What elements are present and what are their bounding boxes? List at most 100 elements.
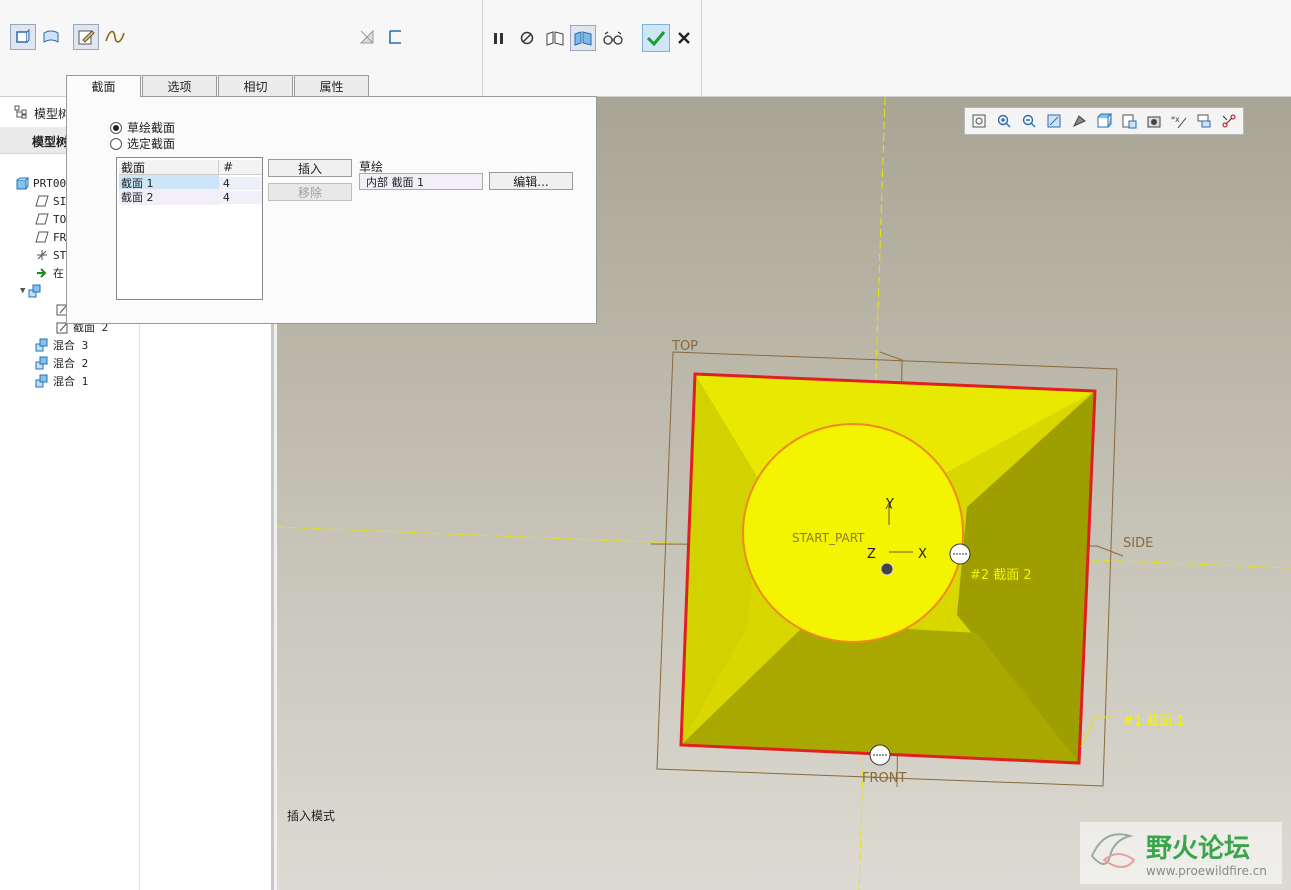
tree-item-blend-3[interactable]: 混合 3 (34, 336, 88, 354)
section-1-label: #1 截面 1 (1123, 714, 1185, 729)
no-preview-icon[interactable] (514, 25, 540, 51)
model-tree-icon (14, 105, 28, 122)
solid-icon[interactable] (10, 24, 36, 50)
axis-label-x: X (918, 547, 927, 562)
zoom-out-icon[interactable] (1019, 111, 1039, 131)
verify-icon[interactable] (600, 25, 626, 51)
tree-item-blend-2[interactable]: 混合 2 (34, 354, 88, 372)
thicken-icon[interactable] (382, 24, 408, 50)
annotation-icon[interactable] (1194, 111, 1214, 131)
section-row[interactable]: 截面 1 4 (119, 175, 262, 191)
section-row-count: 4 (218, 190, 262, 204)
radio-indicator (110, 121, 122, 134)
blend-icon (34, 374, 50, 388)
section-row[interactable]: 截面 2 4 (119, 189, 262, 205)
tree-item-front[interactable]: FR (34, 228, 66, 246)
coord-sys-icon (34, 248, 50, 262)
tree-item-csys[interactable]: ST (34, 246, 66, 264)
tree-item-part[interactable]: PRT00 (14, 174, 66, 192)
section-list-header: 截面 # (119, 160, 262, 175)
datum-plane-icon (34, 212, 50, 226)
repaint-icon[interactable] (1044, 111, 1064, 131)
remove-button[interactable]: 移除 (268, 183, 352, 201)
spin-center-icon[interactable] (1219, 111, 1239, 131)
section-list[interactable]: 截面 # 截面 1 4 截面 2 4 (116, 157, 263, 300)
radio-sketched-sections[interactable]: 草绘截面 (110, 119, 175, 136)
watermark-url: www.proewildfire.cn (1146, 864, 1267, 878)
tree-item-label: 混合 3 (53, 339, 89, 352)
tree-item-label: TO (53, 212, 67, 226)
tree-item-label: ST (53, 248, 67, 262)
axis-label-y: Y (886, 497, 894, 512)
watermark: 野火论坛 www.proewildfire.cn (1080, 822, 1282, 884)
tree-item-label: SI (53, 194, 67, 208)
sections-panel: 草绘截面 选定截面 截面 # 截面 1 4 截面 2 4 插入 移除 草绘 内部… (66, 96, 597, 324)
tree-item-label: FR (53, 230, 67, 244)
section-2-label: #2 截面 2 (970, 568, 1032, 583)
display-style-icon[interactable] (1069, 111, 1089, 131)
status-mode: 插入模式 (287, 809, 336, 823)
model-tree-header[interactable]: 模型树 (14, 105, 70, 122)
datum-plane-icon (34, 230, 50, 244)
tree-item-label: 混合 2 (53, 357, 89, 370)
tab-properties[interactable]: 属性 (294, 75, 369, 96)
feature-preview-icon[interactable] (570, 25, 596, 51)
saved-views-icon[interactable] (1094, 111, 1114, 131)
radio-label: 选定截面 (127, 137, 176, 151)
ribbon-separator (701, 0, 702, 96)
view-toolbar: *x (964, 107, 1244, 135)
datum-label-side: SIDE (1123, 536, 1154, 551)
radio-label: 草绘截面 (127, 121, 176, 135)
svg-text:*x: *x (1171, 115, 1180, 124)
watermark-logo-icon (1090, 833, 1136, 868)
datum-display-icon[interactable]: *x (1169, 111, 1189, 131)
axis-label-z: Z (867, 547, 876, 562)
ribbon-separator (482, 0, 483, 96)
column-header-count: # (218, 160, 262, 174)
model-tree-header-label: 模型树 (34, 107, 71, 121)
tree-item-blend-active[interactable]: ▼ (20, 282, 46, 300)
expand-arrow-icon: ▼ (20, 286, 26, 296)
tree-item-label: 在 (53, 267, 64, 280)
section-1-leader (1080, 716, 1113, 748)
insert-here-icon (34, 266, 50, 280)
model-tree-column-label: 模型树 (32, 135, 69, 149)
view-manager-icon[interactable] (1119, 111, 1139, 131)
tab-sections[interactable]: 截面 (66, 75, 141, 97)
datum-plane-icon (34, 194, 50, 208)
blend-icon (34, 338, 50, 352)
remove-material-icon[interactable] (354, 24, 380, 50)
section-row-count: 4 (218, 176, 262, 190)
cancel-icon[interactable] (671, 25, 697, 51)
insert-button[interactable]: 插入 (268, 159, 352, 177)
tree-item-label: PRT00 (33, 176, 67, 190)
pause-icon[interactable] (486, 25, 512, 51)
part-icon (14, 176, 30, 190)
tree-item-label: 混合 1 (53, 375, 89, 388)
tree-item-blend-1[interactable]: 混合 1 (34, 372, 88, 390)
tab-tangency[interactable]: 相切 (218, 75, 293, 96)
zoom-in-icon[interactable] (994, 111, 1014, 131)
ok-icon[interactable] (642, 24, 670, 52)
sketch-edit-icon[interactable] (73, 24, 99, 50)
section-row-name: 截面 2 (119, 189, 219, 205)
edit-button[interactable]: 编辑... (489, 172, 573, 190)
datum-label-front: FRONT (862, 771, 907, 786)
refit-icon[interactable] (969, 111, 989, 131)
column-header-section: 截面 (121, 160, 146, 175)
spline-icon[interactable] (102, 24, 128, 50)
tree-item-side[interactable]: SI (34, 192, 66, 210)
geometry-preview-icon[interactable] (542, 25, 568, 51)
csys-label: START_PART (792, 531, 865, 545)
radio-selected-sections[interactable]: 选定截面 (110, 135, 175, 152)
perspective-icon[interactable] (1144, 111, 1164, 131)
blend-icon (27, 284, 43, 298)
datum-label-top: TOP (672, 339, 699, 354)
sketch-value-field: 内部 截面 1 (359, 173, 483, 190)
tab-options[interactable]: 选项 (142, 75, 217, 96)
radio-indicator (110, 137, 122, 150)
ribbon: 截面 选项 相切 属性 (0, 0, 1291, 97)
tree-item-top[interactable]: TO (34, 210, 66, 228)
surface-icon[interactable] (38, 24, 64, 50)
tree-item-insert-here[interactable]: 在 (34, 264, 64, 282)
